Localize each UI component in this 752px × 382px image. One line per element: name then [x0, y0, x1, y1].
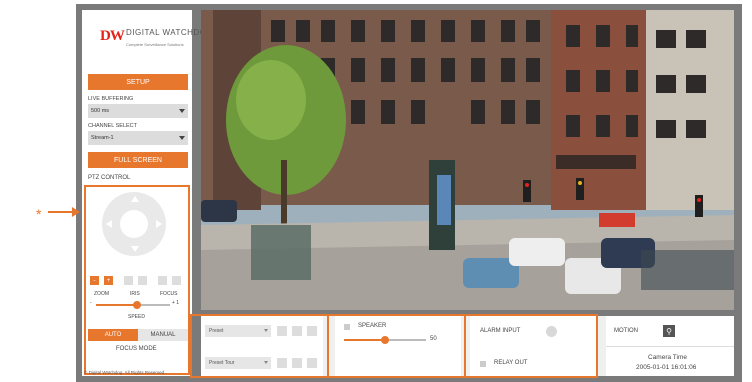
focus-label: FOCUS [160, 291, 178, 297]
focus-manual-button[interactable]: MANUAL [138, 329, 188, 341]
full-screen-button[interactable]: FULL SCREEN [88, 152, 188, 168]
pan-down-icon[interactable] [131, 246, 139, 252]
iris-close-button[interactable] [124, 276, 133, 285]
channel-select[interactable]: Stream-1 [88, 131, 188, 145]
chevron-down-icon [179, 136, 185, 140]
live-buffering-value: 500 ms [91, 108, 110, 114]
channel-select-label: CHANNEL SELECT [88, 123, 138, 129]
focus-near-button[interactable] [158, 276, 167, 285]
chevron-down-icon [179, 109, 185, 113]
live-video-view[interactable] [201, 10, 734, 310]
speed-min-label: - [90, 300, 92, 306]
brand-logo: DW DIGITAL WATCHDOG. Complete Surveillan… [100, 26, 215, 54]
focus-far-button[interactable] [172, 276, 181, 285]
highlight-divider [327, 314, 329, 378]
motion-label: MOTION [614, 328, 638, 334]
live-buffering-label: LIVE BUFFERING [88, 96, 134, 102]
pan-left-icon[interactable] [106, 220, 112, 228]
pan-right-icon[interactable] [156, 220, 162, 228]
camera-time-value: 2005-01-01 16:01:06 [636, 364, 697, 371]
video-frame-image [201, 10, 734, 310]
copyright-text: © Digital Watchdog. All Rights Reserved. [84, 370, 166, 375]
highlight-divider [464, 314, 466, 378]
speed-slider-fill [96, 304, 137, 306]
motion-divider [606, 346, 734, 347]
zoom-label: ZOOM [94, 291, 109, 297]
annotation-arrow-head [72, 207, 80, 217]
speed-slider-handle[interactable] [132, 301, 141, 309]
channel-select-value: Stream-1 [91, 135, 114, 141]
annotation-asterisk: * [36, 206, 42, 222]
ptz-center [120, 210, 148, 238]
iris-open-button[interactable] [138, 276, 147, 285]
setup-button[interactable]: SETUP [88, 74, 188, 90]
speed-label: SPEED [128, 314, 145, 320]
zoom-in-button[interactable]: + [104, 276, 113, 285]
ptz-control-title: PTZ CONTROL [88, 175, 131, 181]
focus-mode-label: FOCUS MODE [116, 346, 157, 352]
motion-walk-icon: ⚲ [663, 325, 675, 337]
zoom-out-button[interactable]: - [90, 276, 99, 285]
logo-mark: DW [100, 28, 125, 44]
camera-time-label: Camera Time [648, 354, 688, 361]
focus-auto-button[interactable]: AUTO [88, 329, 138, 341]
iris-label: IRIS [130, 291, 140, 297]
bottom-highlight-box [190, 314, 598, 378]
ptz-direction-pad[interactable] [102, 192, 166, 256]
live-buffering-select[interactable]: 500 ms [88, 104, 188, 118]
annotation-arrow [48, 211, 74, 213]
speed-max-label: + 1 [172, 300, 180, 306]
speed-slider[interactable] [96, 301, 170, 309]
pan-up-icon[interactable] [131, 196, 139, 202]
logo-tagline: Complete Surveillance Solutions [126, 42, 184, 47]
